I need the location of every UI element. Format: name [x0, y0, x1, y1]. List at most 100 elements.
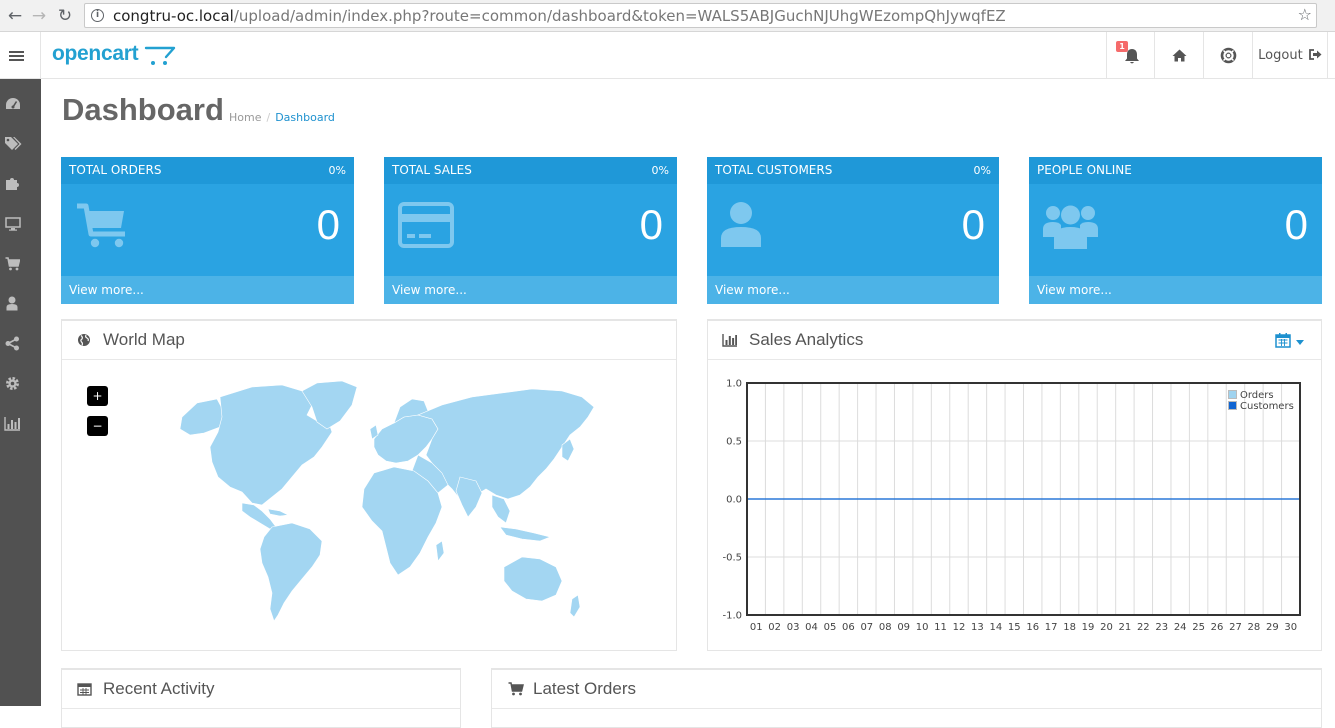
view-more-link[interactable]: View more...: [707, 276, 999, 304]
user-icon: [721, 202, 761, 247]
panel-title: Sales Analytics: [749, 330, 864, 349]
reload-icon[interactable]: ↻: [53, 4, 77, 28]
menu-bar-2: [9, 55, 24, 57]
gear-icon: [6, 377, 19, 390]
bell-icon: [1125, 49, 1139, 64]
tags-icon: [5, 137, 22, 150]
sidebar-item-reports[interactable]: [0, 404, 41, 444]
logout-button[interactable]: Logout: [1252, 32, 1328, 79]
sidebar-item-system[interactable]: [0, 364, 41, 404]
shopping-cart-icon: [77, 203, 125, 248]
map-zoom-out-button[interactable]: −: [87, 416, 108, 436]
admin-header: opencart 1 Logout: [0, 32, 1335, 79]
chart-y-tick-label: -0.5: [722, 553, 742, 564]
url-text[interactable]: congtru-oc.local/upload/admin/index.php?…: [113, 7, 1006, 25]
menu-bar-3: [9, 59, 24, 61]
chart-y-tick-label: 1.0: [726, 379, 742, 390]
tile-value: 0: [316, 201, 340, 248]
chart-x-tick-label: 18: [1063, 622, 1076, 633]
puzzle-piece-icon: [6, 178, 19, 190]
map-region-new-zealand: [569, 594, 581, 618]
url-host: congtru-oc.local: [113, 7, 234, 25]
tile-percent: 0%: [973, 164, 991, 177]
world-map[interactable]: [142, 377, 602, 627]
legend-swatch-orders: [1228, 390, 1237, 399]
panel-title: Latest Orders: [533, 679, 636, 698]
sidebar-item-design[interactable]: [0, 204, 41, 244]
bar-chart-icon: [722, 334, 737, 347]
sidebar-item-marketing[interactable]: [0, 324, 41, 364]
chart-x-tick-label: 12: [953, 622, 966, 633]
chart-x-tick-label: 21: [1119, 622, 1132, 633]
opencart-logo[interactable]: opencart: [52, 40, 177, 70]
chart-x-tick-label: 17: [1045, 622, 1058, 633]
tile-header: TOTAL CUSTOMERS 0%: [707, 157, 999, 184]
shopping-cart-icon: [5, 257, 20, 271]
chart-y-tick-label: 0.5: [726, 437, 742, 448]
breadcrumb-separator: /: [266, 111, 271, 124]
url-path: /upload/admin/index.php?route=common/das…: [233, 7, 1006, 25]
map-zoom-in-button[interactable]: +: [87, 386, 108, 406]
tile-header: TOTAL ORDERS 0%: [61, 157, 354, 184]
legend-item-customers: Customers: [1228, 401, 1294, 412]
chart-x-tick-label: 19: [1082, 622, 1095, 633]
tile-title: PEOPLE ONLINE: [1037, 163, 1132, 177]
chart-x-tick-label: 04: [805, 622, 818, 633]
chart-x-tick-label: 15: [1008, 622, 1021, 633]
shopping-cart-icon: [508, 682, 524, 696]
view-more-link[interactable]: View more...: [1029, 276, 1322, 304]
latest-orders-panel: Latest Orders: [491, 668, 1322, 728]
back-arrow-icon[interactable]: ←: [3, 4, 27, 28]
chart-x-tick-label: 09: [897, 622, 910, 633]
bookmark-star-icon[interactable]: ☆: [1298, 5, 1312, 24]
chart-x-tick-label: 30: [1284, 622, 1297, 633]
chart-x-tick-label: 27: [1229, 622, 1242, 633]
chart-legend: Orders Customers: [1228, 390, 1294, 412]
tile-value: 0: [961, 201, 985, 248]
info-icon[interactable]: i: [91, 9, 104, 22]
chart-y-tick-label: 0.0: [726, 495, 742, 506]
sidebar-item-extensions[interactable]: [0, 164, 41, 204]
view-more-link[interactable]: View more...: [384, 276, 677, 304]
forward-arrow-icon[interactable]: →: [27, 4, 51, 28]
date-range-dropdown[interactable]: [1275, 332, 1307, 350]
users-icon: [1043, 205, 1098, 249]
map-region-australia: [503, 556, 563, 602]
sidebar-item-catalog[interactable]: [0, 124, 41, 164]
tile-value: 0: [1284, 201, 1308, 248]
sidebar-nav: [0, 79, 41, 706]
breadcrumb-dashboard[interactable]: Dashboard: [275, 111, 335, 124]
sidebar-item-sales[interactable]: [0, 244, 41, 284]
credit-card-icon: [398, 202, 454, 248]
breadcrumb-home[interactable]: Home: [229, 111, 261, 124]
chart-x-tick-label: 28: [1248, 622, 1261, 633]
chart-x-tick-label: 10: [916, 622, 929, 633]
tile-header: TOTAL SALES 0%: [384, 157, 677, 184]
chart-x-tick-label: 25: [1192, 622, 1205, 633]
life-ring-icon: [1220, 47, 1237, 64]
menu-bar-1: [9, 51, 24, 53]
chart-x-tick-label: 05: [824, 622, 837, 633]
calendar-icon: [77, 683, 92, 696]
chart-x-tick-label: 02: [768, 622, 781, 633]
map-region-madagascar: [435, 540, 445, 562]
home-button[interactable]: [1154, 32, 1203, 79]
sidebar-item-customers[interactable]: [0, 284, 41, 324]
home-icon: [1172, 49, 1187, 62]
support-button[interactable]: [1203, 32, 1252, 79]
legend-item-orders: Orders: [1228, 390, 1294, 401]
panel-title: Recent Activity: [103, 679, 215, 698]
menu-toggle-button[interactable]: [0, 32, 41, 79]
dashboard-icon: [6, 98, 20, 109]
view-more-link[interactable]: View more...: [61, 276, 354, 304]
notifications-button[interactable]: 1: [1106, 32, 1154, 79]
map-region-caribbean: [267, 508, 290, 517]
chart-x-tick-label: 06: [842, 622, 855, 633]
browser-toolbar: ← → ↻ i congtru-oc.local/upload/admin/in…: [0, 0, 1335, 32]
share-icon: [5, 336, 19, 351]
tile-header: PEOPLE ONLINE: [1029, 157, 1322, 184]
chart-x-tick-label: 29: [1266, 622, 1279, 633]
sidebar-item-dashboard[interactable]: [0, 84, 41, 124]
legend-swatch-customers: [1228, 401, 1237, 410]
address-bar[interactable]: i congtru-oc.local/upload/admin/index.ph…: [84, 3, 1317, 28]
